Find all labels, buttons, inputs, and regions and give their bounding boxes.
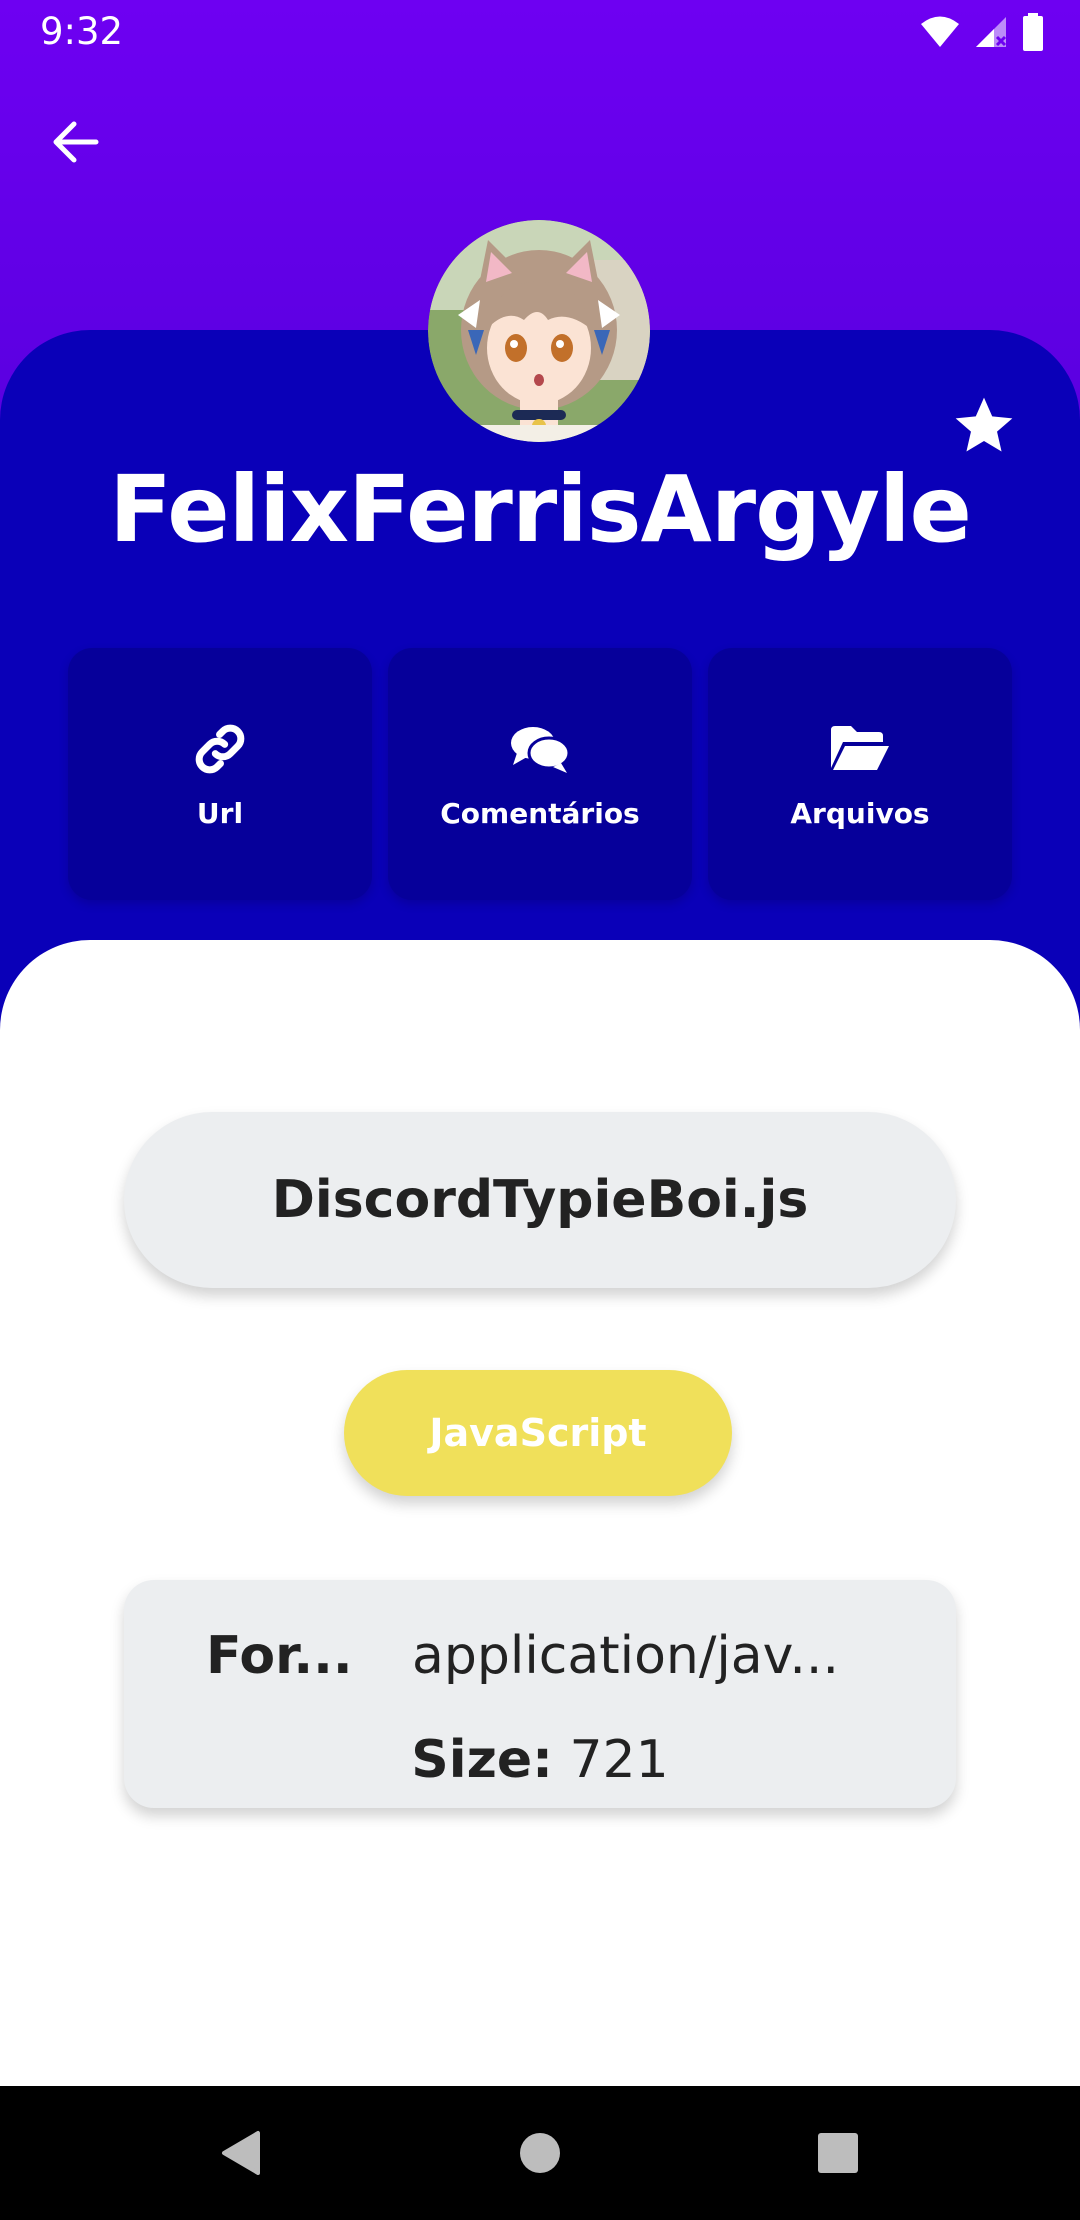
action-buttons: Url Comentários Arquivos bbox=[68, 648, 1012, 900]
system-navigation-bar bbox=[0, 2086, 1080, 2220]
circle-home-icon bbox=[520, 2133, 560, 2173]
comments-icon bbox=[508, 719, 572, 779]
language-badge: JavaScript bbox=[344, 1370, 732, 1496]
cellular-signal-icon bbox=[974, 15, 1008, 53]
back-button[interactable] bbox=[40, 106, 112, 178]
file-details-panel: DiscordTypieBoi.js JavaScript For... app… bbox=[0, 940, 1080, 2086]
file-info-card: For... application/jav... Size: 721 bbox=[124, 1580, 956, 1808]
url-button[interactable]: Url bbox=[68, 648, 372, 900]
link-icon bbox=[188, 719, 252, 779]
battery-icon bbox=[1022, 13, 1044, 55]
status-icons bbox=[920, 13, 1044, 55]
star-icon bbox=[955, 397, 1013, 452]
favorite-button[interactable] bbox=[950, 392, 1018, 460]
comments-button[interactable]: Comentários bbox=[388, 648, 692, 900]
folder-open-icon bbox=[828, 719, 892, 779]
app-root: 9:32 FelixFerrisArgyle Url Comentários A… bbox=[0, 0, 1080, 2220]
status-bar: 9:32 bbox=[0, 0, 1080, 66]
size-value: 721 bbox=[569, 1730, 669, 1790]
format-value: application/jav... bbox=[412, 1626, 839, 1686]
file-name: DiscordTypieBoi.js bbox=[124, 1112, 956, 1288]
url-label: Url bbox=[196, 796, 244, 830]
nav-recents-button[interactable] bbox=[806, 2121, 870, 2185]
nav-home-button[interactable] bbox=[508, 2121, 572, 2185]
avatar bbox=[428, 220, 650, 442]
size-label: Size: bbox=[411, 1730, 553, 1790]
files-button[interactable]: Arquivos bbox=[708, 648, 1012, 900]
format-label: For... bbox=[206, 1626, 353, 1686]
wifi-icon bbox=[920, 15, 960, 53]
square-recents-icon bbox=[818, 2133, 858, 2173]
status-time: 9:32 bbox=[40, 10, 124, 53]
files-label: Arquivos bbox=[790, 796, 930, 830]
format-row: For... application/jav... bbox=[206, 1626, 906, 1686]
username: FelixFerrisArgyle bbox=[109, 456, 972, 563]
arrow-left-icon bbox=[53, 121, 99, 163]
comments-label: Comentários bbox=[440, 796, 640, 830]
triangle-back-icon bbox=[222, 2131, 260, 2175]
nav-back-button[interactable] bbox=[208, 2121, 272, 2185]
size-row: Size: 721 bbox=[124, 1730, 956, 1790]
